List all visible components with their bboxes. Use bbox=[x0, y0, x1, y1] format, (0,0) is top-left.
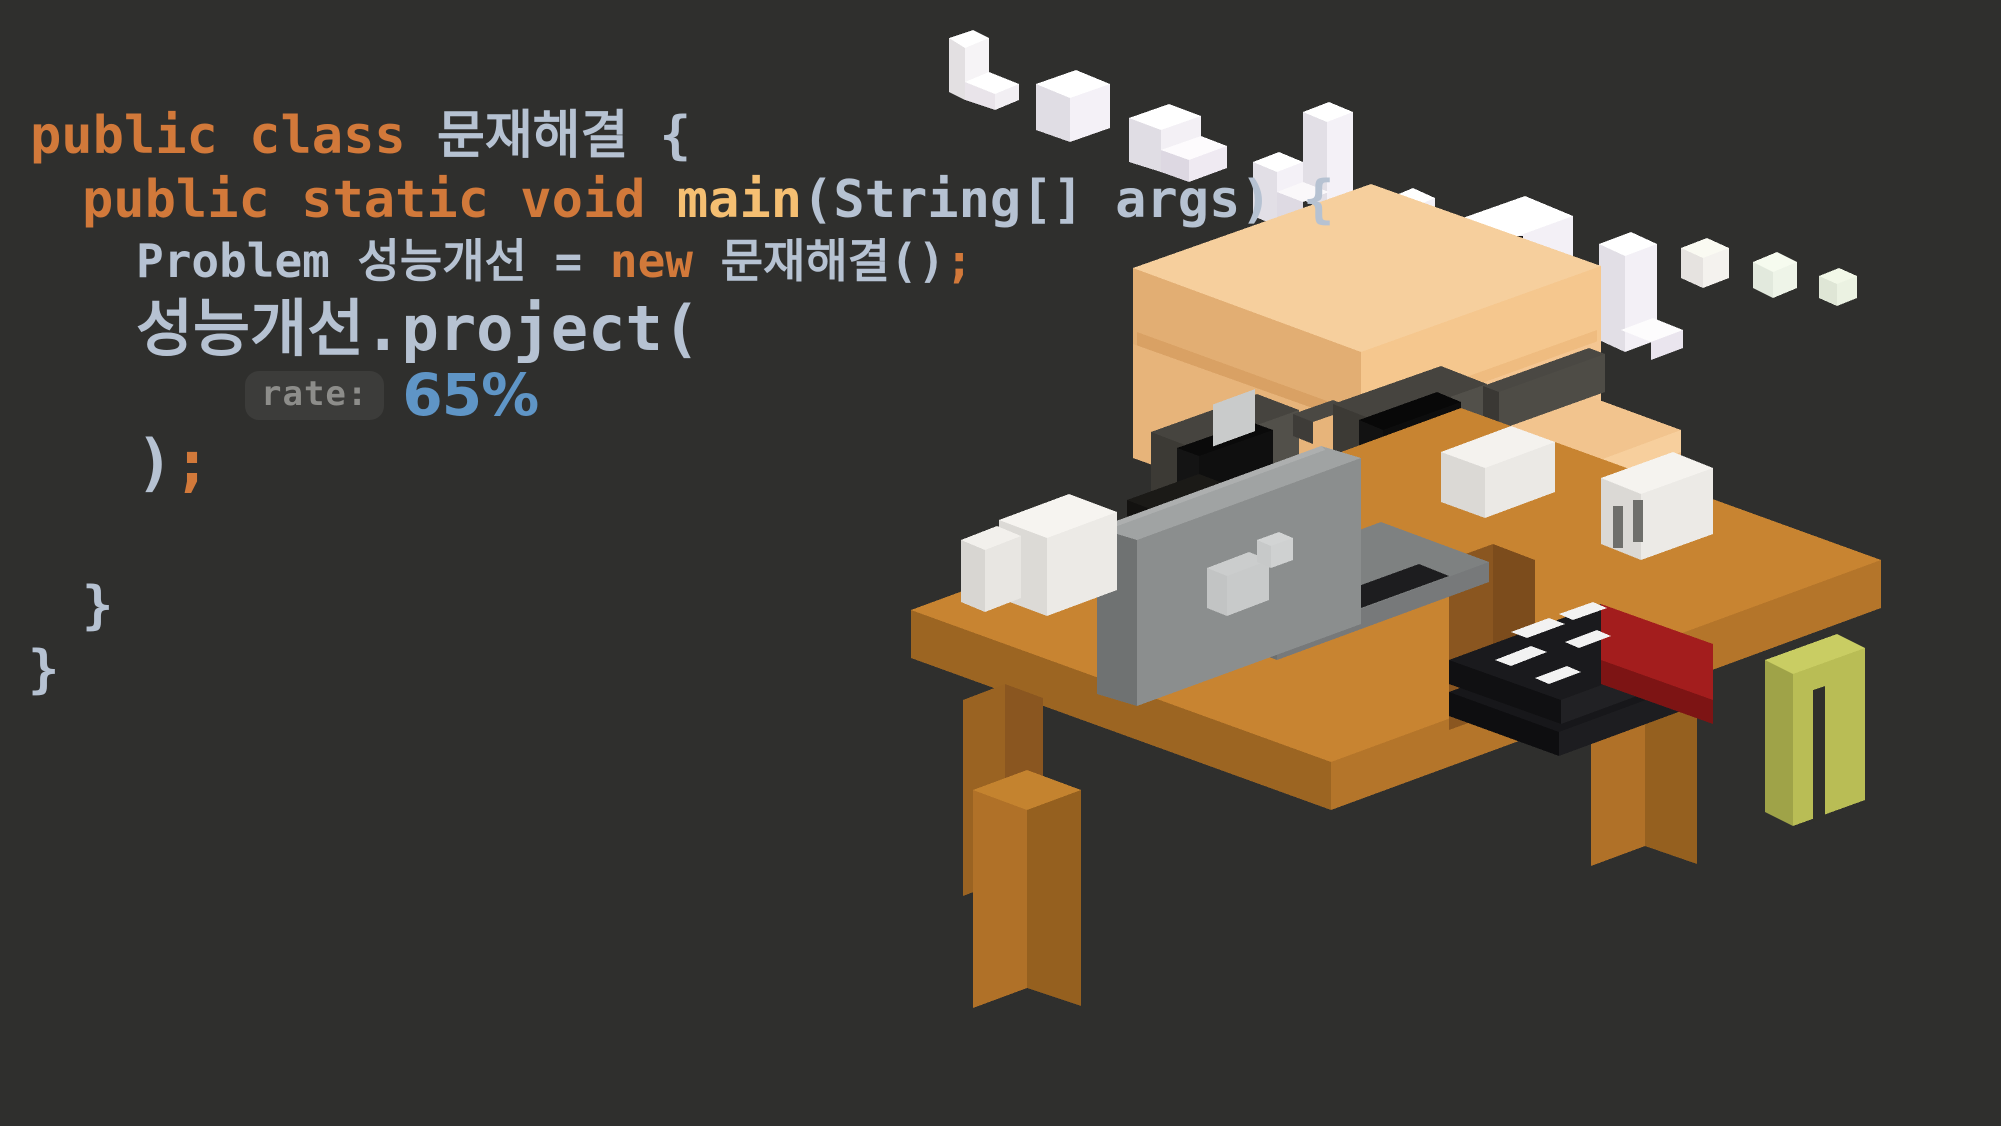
code-line-project-call-open: 성능개선.project( bbox=[0, 298, 1400, 360]
token-close-brace-method: } bbox=[82, 576, 114, 636]
token-semicolon-close: ; bbox=[173, 426, 211, 499]
token-project-call: 성능개선.project( bbox=[136, 292, 701, 365]
token-main-method: main bbox=[676, 170, 803, 230]
code-line-main-signature: public static void main(String[] args) { bbox=[0, 174, 1400, 226]
token-class-name: 문재해결 bbox=[437, 106, 629, 166]
token-public-class: public class bbox=[30, 106, 437, 166]
code-line-project-call-close: ); bbox=[0, 432, 1400, 494]
screenshot-canvas: public class 문재해결 { public static void m… bbox=[0, 0, 2001, 1126]
voxel-letter-g bbox=[1599, 232, 1683, 360]
code-line-close-method: } bbox=[0, 580, 1400, 632]
rate-label-badge: rate: bbox=[245, 370, 385, 420]
rate-value: 65% bbox=[402, 361, 539, 429]
voxel-letter-L bbox=[949, 30, 1019, 110]
token-constructor-call: 문재해결() bbox=[693, 234, 946, 288]
code-line-rate-argument: rate: 65% bbox=[0, 366, 1400, 424]
code-line-close-class: } bbox=[0, 644, 1400, 696]
token-close-brace-class: } bbox=[28, 640, 60, 700]
book-olive bbox=[1765, 634, 1865, 826]
token-semicolon: ; bbox=[945, 234, 974, 288]
token-problem-decl: Problem 성능개선 = bbox=[136, 234, 610, 288]
token-public-static-void: public static void bbox=[82, 170, 677, 230]
token-new-keyword: new bbox=[609, 234, 694, 288]
token-open-brace: { bbox=[628, 106, 691, 166]
voxel-trail-cubes bbox=[1681, 238, 1857, 306]
code-block: public class 문재해결 { public static void m… bbox=[0, 110, 1400, 696]
token-main-params: (String[] args) { bbox=[802, 170, 1335, 230]
code-line-problem-assign: Problem 성능개선 = new 문재해결(); bbox=[0, 238, 1400, 284]
token-close-paren: ) bbox=[136, 426, 174, 499]
code-line-class-decl: public class 문재해결 { bbox=[0, 110, 1400, 162]
